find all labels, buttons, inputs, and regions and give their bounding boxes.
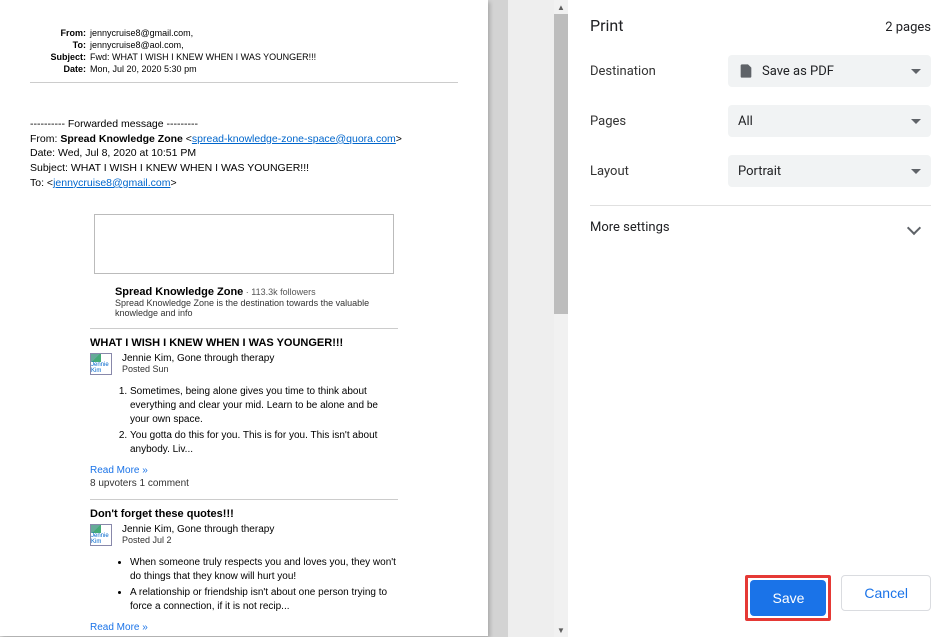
post2-title: Don't forget these quotes!!!	[90, 508, 398, 520]
preview-page: From: jennycruise8@gmail.com, To: jennyc…	[0, 0, 488, 636]
chevron-down-icon	[911, 169, 921, 174]
scroll-up-arrow-icon[interactable]: ▲	[554, 0, 568, 14]
post1-author: Jennie Kim, Gone through therapy	[122, 353, 274, 364]
post2-stats: 10 upvoters 0 comments	[90, 635, 398, 636]
fwd-date: Date: Wed, Jul 8, 2020 at 10:51 PM	[30, 146, 458, 161]
scroll-down-arrow-icon[interactable]: ▼	[554, 623, 568, 637]
forwarded-block: ---------- Forwarded message --------- F…	[30, 117, 458, 190]
subject-value: Fwd: WHAT I WISH I KNEW WHEN I WAS YOUNG…	[90, 52, 316, 62]
post2-posted: Posted Jul 2	[122, 535, 274, 545]
fwd-divider: ---------- Forwarded message ---------	[30, 117, 458, 132]
date-label: Date:	[30, 64, 90, 74]
post1-item2: You gotta do this for you. This is for y…	[130, 429, 398, 457]
pages-label: Pages	[590, 114, 728, 129]
more-settings-label: More settings	[590, 220, 670, 235]
author-image-icon: Jennie Kim	[90, 524, 112, 546]
profile-desc: Spread Knowledge Zone is the destination…	[115, 298, 398, 318]
layout-label: Layout	[590, 164, 728, 179]
destination-dropdown[interactable]: Save as PDF	[728, 55, 931, 87]
post1-title: WHAT I WISH I KNEW WHEN I WAS YOUNGER!!!	[90, 337, 398, 349]
more-settings-toggle[interactable]: More settings	[590, 205, 931, 249]
to-label: To:	[30, 40, 90, 50]
fwd-from-email: spread-knowledge-zone-space@quora.com	[192, 133, 396, 145]
destination-value: Save as PDF	[762, 64, 834, 79]
preview-gutter: ▲ ▼	[508, 0, 568, 637]
fwd-subject: Subject: WHAT I WISH I KNEW WHEN I WAS Y…	[30, 161, 458, 176]
print-sidebar: Print 2 pages Destination Save as PDF Pa…	[568, 0, 947, 637]
fwd-to-label: To: <	[30, 177, 53, 189]
sidebar-title: Print	[590, 16, 623, 35]
scrollbar-track[interactable]: ▲ ▼	[554, 0, 568, 637]
from-label: From:	[30, 28, 90, 38]
author-image-icon: Jennie Kim	[90, 353, 112, 375]
fwd-from-label: From:	[30, 133, 60, 145]
from-value: jennycruise8@gmail.com,	[90, 28, 193, 38]
fwd-to-email: jennycruise8@gmail.com	[53, 177, 170, 189]
post1-posted: Posted Sun	[122, 364, 274, 374]
post1-item1: Sometimes, being alone gives you time to…	[130, 385, 398, 427]
chevron-down-icon	[907, 220, 921, 234]
date-value: Mon, Jul 20, 2020 5:30 pm	[90, 64, 197, 74]
profile-followers: · 113.3k followers	[243, 287, 315, 297]
image-box	[94, 214, 394, 274]
pdf-icon	[738, 63, 754, 79]
save-button[interactable]: Save	[750, 580, 826, 616]
scrollbar-thumb[interactable]	[554, 14, 568, 314]
pages-count: 2 pages	[885, 20, 931, 35]
profile-avatar	[90, 286, 107, 302]
pages-value: All	[738, 114, 753, 129]
post2-readmore: Read More »	[90, 622, 398, 633]
to-value: jennycruise8@aol.com,	[90, 40, 184, 50]
fwd-to-close: >	[171, 177, 177, 189]
destination-label: Destination	[590, 64, 728, 79]
post2-author: Jennie Kim, Gone through therapy	[122, 524, 274, 535]
chevron-down-icon	[911, 69, 921, 74]
profile-name: Spread Knowledge Zone	[115, 286, 243, 298]
post2-item2: A relationship or friendship isn't about…	[130, 586, 398, 614]
post1-readmore: Read More »	[90, 465, 398, 476]
post2-item1: When someone truly respects you and love…	[130, 556, 398, 584]
save-highlight-box: Save	[745, 575, 831, 621]
layout-dropdown[interactable]: Portrait	[728, 155, 931, 187]
preview-area: From: jennycruise8@gmail.com, To: jennyc…	[0, 0, 568, 637]
chevron-down-icon	[911, 119, 921, 124]
layout-value: Portrait	[738, 164, 781, 179]
cancel-button[interactable]: Cancel	[841, 575, 931, 611]
subject-label: Subject:	[30, 52, 90, 62]
post1-stats: 8 upvoters 1 comment	[90, 478, 398, 489]
pages-dropdown[interactable]: All	[728, 105, 931, 137]
fwd-from-name: Spread Knowledge Zone	[60, 133, 183, 145]
